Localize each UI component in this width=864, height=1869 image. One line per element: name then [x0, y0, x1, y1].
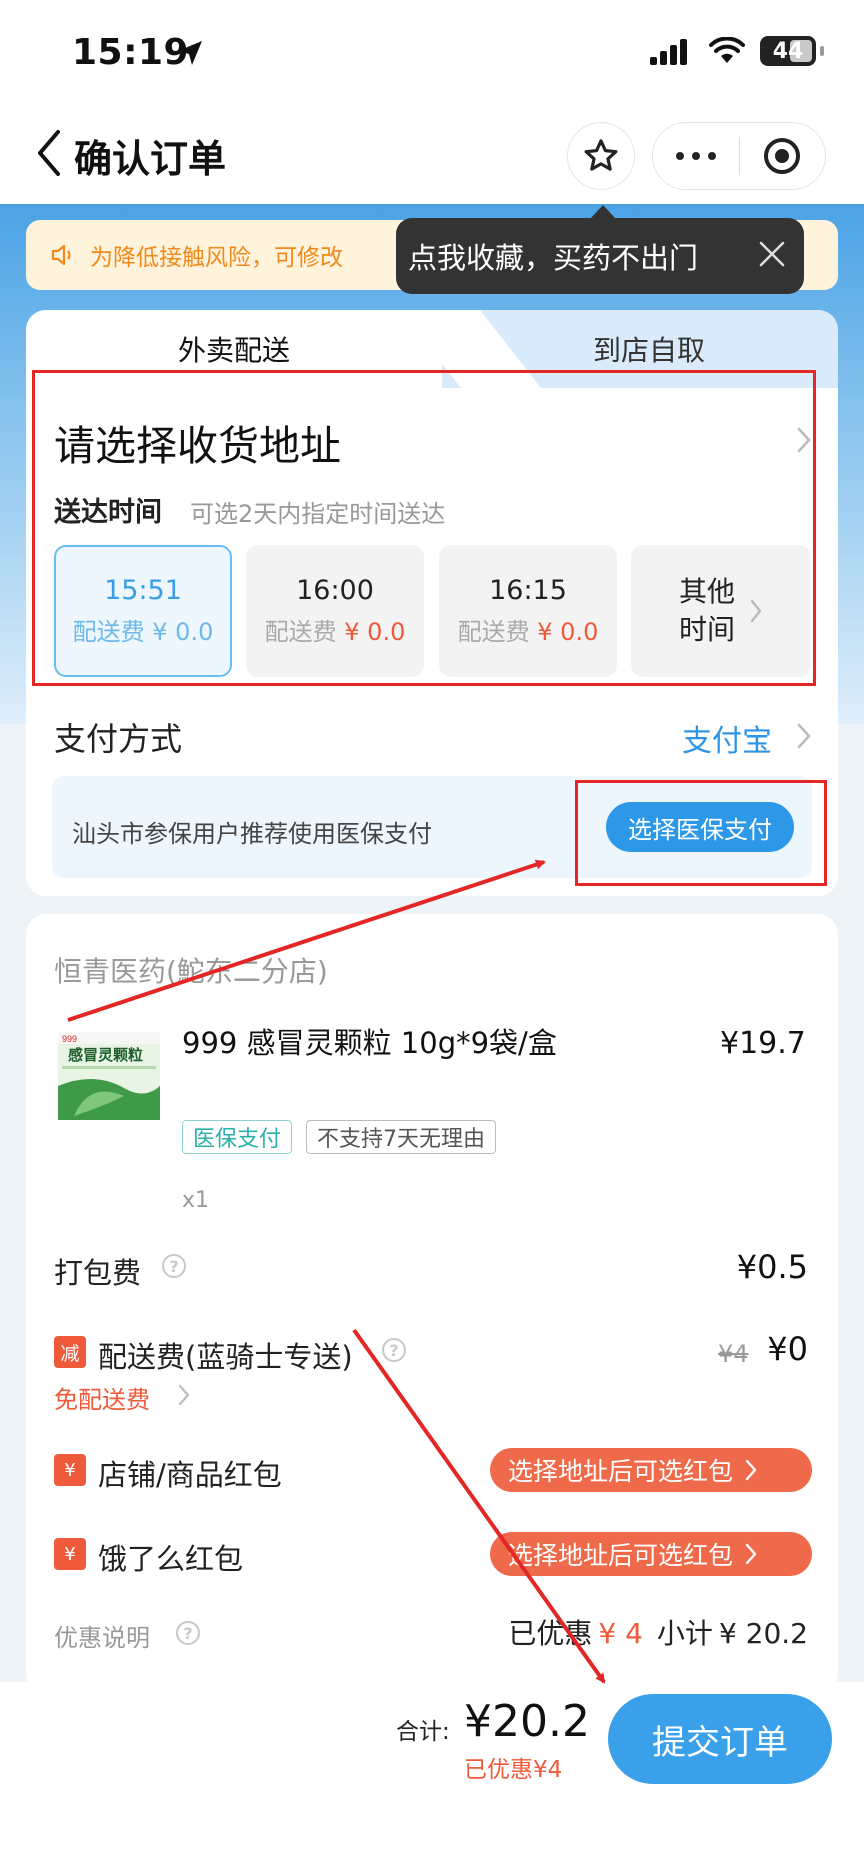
- arrow-to-submit: [352, 1328, 606, 1684]
- arrow-to-medical: [67, 859, 546, 1022]
- annotation-arrows: [67, 859, 606, 1684]
